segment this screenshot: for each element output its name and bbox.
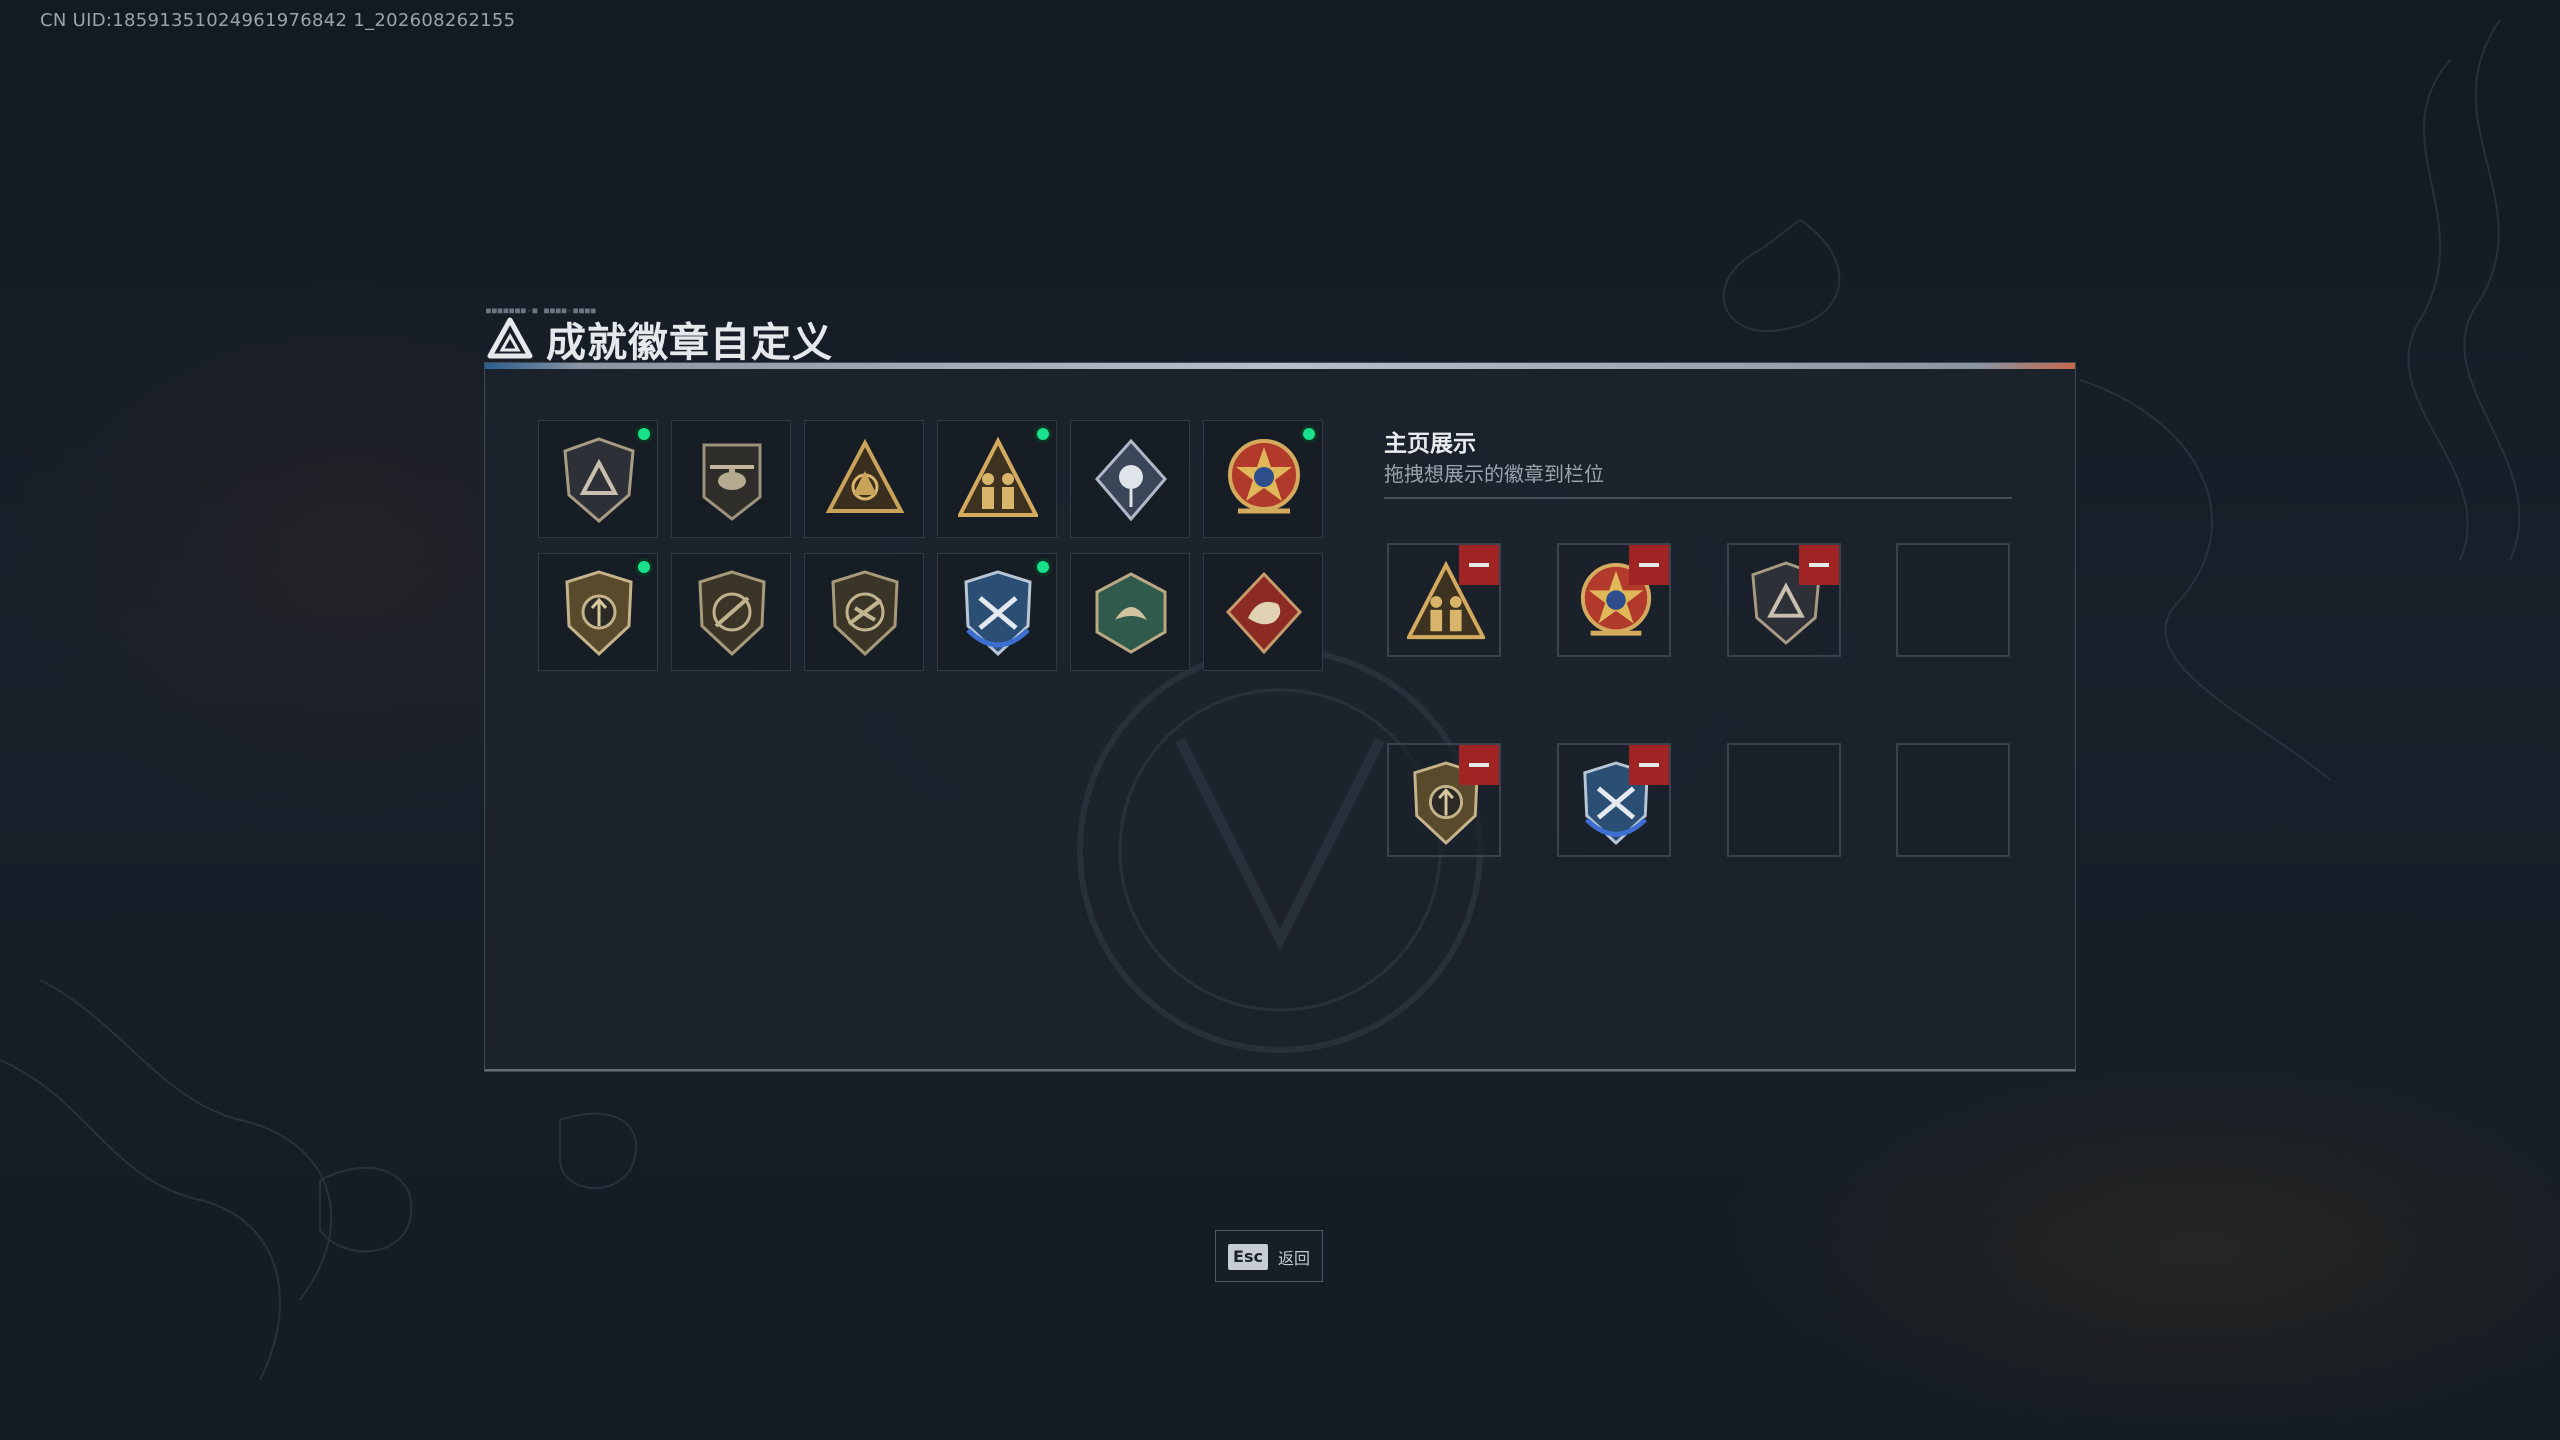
shield-delta-badge-icon	[563, 437, 635, 523]
showcase-slot-3[interactable]	[1727, 543, 1841, 657]
badge-cell[interactable]	[1203, 553, 1323, 671]
showcase-title: 主页展示	[1384, 431, 1476, 457]
showcase-slot-1[interactable]	[1387, 543, 1501, 657]
badge-cell[interactable]	[1070, 420, 1190, 538]
shield-arrows-badge-icon	[565, 570, 633, 657]
badge-cell[interactable]	[671, 420, 791, 538]
remove-badge-button[interactable]	[1459, 745, 1499, 785]
badge-cell[interactable]	[804, 553, 924, 671]
remove-badge-button[interactable]	[1799, 545, 1839, 585]
page-title: 成就徽章自定义	[546, 320, 833, 366]
delta-triangle-icon	[487, 317, 533, 359]
new-indicator-dot	[1034, 558, 1052, 576]
remove-badge-button[interactable]	[1629, 745, 1669, 785]
new-indicator-dot	[635, 425, 653, 443]
showcase-slot-2[interactable]	[1557, 543, 1671, 657]
badge-cell[interactable]	[937, 553, 1057, 671]
tri-emblem-badge-icon	[825, 438, 905, 513]
panel-top-bar	[485, 363, 2075, 369]
showcase-subtitle: 拖拽想展示的徽章到栏位	[1384, 462, 1604, 486]
back-button[interactable]: Esc 返回	[1215, 1230, 1323, 1282]
showcase-slot-5[interactable]	[1387, 743, 1501, 857]
badge-cell[interactable]	[1203, 420, 1323, 538]
back-label: 返回	[1278, 1249, 1311, 1268]
new-indicator-dot	[1034, 425, 1052, 443]
badge-cell[interactable]	[538, 553, 658, 671]
shield-rifle-badge-2-icon	[831, 570, 899, 657]
shield-rifle-badge-1-icon	[698, 570, 766, 657]
soldiers-triangle-badge-icon	[958, 436, 1038, 517]
new-indicator-dot	[1300, 425, 1318, 443]
helicopter-badge-icon	[702, 443, 762, 521]
badge-grid	[538, 420, 1328, 676]
esc-key-label: Esc	[1228, 1244, 1268, 1270]
badge-cell[interactable]	[937, 420, 1057, 538]
showcase-slot-7-empty[interactable]	[1727, 743, 1841, 857]
blue-cross-shield-badge-icon	[964, 570, 1032, 657]
showcase-slot-6[interactable]	[1557, 743, 1671, 857]
remove-badge-button[interactable]	[1629, 545, 1669, 585]
showcase-slot-4-empty[interactable]	[1896, 543, 2010, 657]
badge-cell[interactable]	[1070, 553, 1190, 671]
showcase-slot-8-empty[interactable]	[1896, 743, 2010, 857]
new-indicator-dot	[635, 558, 653, 576]
badge-cell[interactable]	[538, 420, 658, 538]
green-hex-creature-badge-icon	[1095, 572, 1167, 654]
badge-cell[interactable]	[804, 420, 924, 538]
uid-label: CN UID:18591351024961976842 1_2026082621…	[40, 10, 516, 31]
red-diamond-beast-badge-icon	[1225, 571, 1303, 655]
badge-cell[interactable]	[671, 553, 791, 671]
showcase-divider	[1384, 497, 2012, 499]
rose-diamond-badge-icon	[1095, 438, 1167, 522]
star-medal-badge-icon	[1228, 439, 1300, 514]
remove-badge-button[interactable]	[1459, 545, 1499, 585]
